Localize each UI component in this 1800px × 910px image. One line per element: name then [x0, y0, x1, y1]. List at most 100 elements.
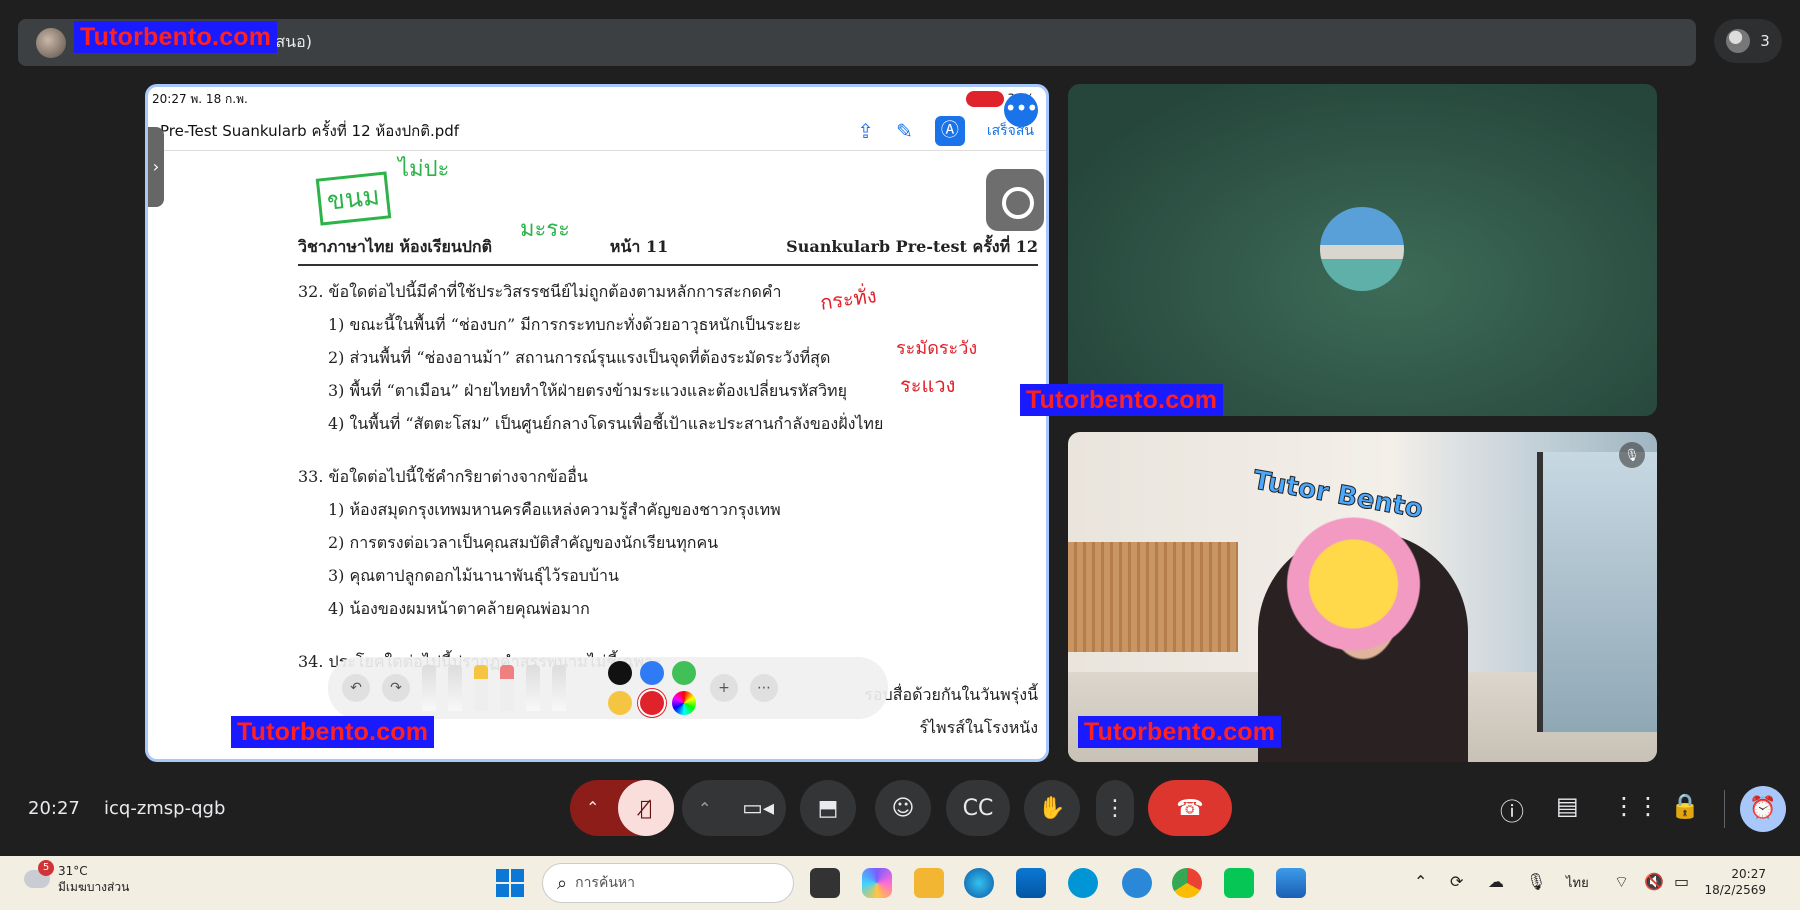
windows-start-icon[interactable]	[496, 869, 524, 897]
color-swatch-black[interactable]	[608, 661, 632, 685]
color-picker-icon[interactable]	[672, 691, 696, 715]
photos-icon[interactable]	[1276, 868, 1306, 898]
watermark-video: Tutorbento.com	[1078, 716, 1282, 748]
microphone-icon[interactable]: 🎙	[1526, 872, 1546, 891]
battery-icon[interactable]: ▭	[1674, 872, 1689, 891]
search-icon: ⌕	[557, 872, 568, 894]
drawing-toolbar: ↶ ↷ + ⋯	[328, 657, 888, 719]
taskbar-time: 20:27	[1731, 867, 1766, 881]
people-icon	[1726, 29, 1751, 53]
question-33: 33. ข้อใดต่อไปนี้ใช้คำกริยาต่างจากข้ออื่…	[298, 467, 588, 486]
annotation-green-note: ไม่ปะ	[398, 157, 450, 182]
file-explorer-icon[interactable]	[914, 868, 944, 898]
color-swatch-yellow[interactable]	[608, 691, 632, 715]
marker-tool[interactable]	[448, 665, 462, 711]
assistive-touch-button[interactable]	[986, 169, 1044, 231]
taskbar-search[interactable]: ⌕ การค้นหา	[542, 863, 794, 903]
pencil-tool-icon[interactable]: Ⓐ	[934, 115, 965, 146]
help-icon[interactable]	[1122, 868, 1152, 898]
share-icon[interactable]: ⇪	[857, 119, 874, 143]
more-options-vertical-icon[interactable]: ⋮	[1096, 780, 1134, 836]
wifi-icon[interactable]: ⌔	[1614, 872, 1629, 892]
cloud-icon: 5	[22, 860, 54, 892]
watermark-middle: Tutorbento.com	[1020, 384, 1224, 416]
page-header-test: Suankularb Pre-test ครั้งที่ 12	[786, 237, 1038, 256]
captions-icon[interactable]: CC	[946, 780, 1010, 836]
present-screen-icon[interactable]: ⬒	[800, 780, 856, 836]
emoji-reaction-icon[interactable]: ☺	[875, 780, 931, 836]
shared-screen-tile[interactable]: 20:27 พ. 18 ก.พ. 36% Pre-Test Suankularb…	[145, 84, 1049, 762]
participant-count: 3	[1760, 32, 1770, 50]
audio-controls: ⌃ 🎙̸	[570, 780, 674, 836]
presenter-avatar	[36, 27, 66, 58]
taskbar-date: 18/2/2569	[1704, 883, 1766, 897]
chrome-icon[interactable]	[1172, 868, 1202, 898]
camera-controls: ⌃ ▭◂	[682, 780, 786, 836]
weather-widget[interactable]: 5 31°C มีเมฆบางส่วน	[22, 860, 129, 897]
host-controls-lock-icon[interactable]: 🔒	[1670, 792, 1700, 820]
pdf-file-name[interactable]: Pre-Test Suankularb ครั้งที่ 12 ห้องปกติ…	[160, 119, 459, 143]
page-header: วิชาภาษาไทย ห้องเรียนปกติ หน้า 11 Suanku…	[298, 235, 1038, 266]
camera-icon[interactable]: ▭◂	[742, 796, 774, 821]
show-hidden-icons-chevron-icon[interactable]: ⌃	[1414, 872, 1427, 891]
mic-off-icon[interactable]: 🎙̸	[618, 780, 674, 836]
taskbar-clock[interactable]: 20:27 18/2/2569	[1704, 866, 1766, 898]
microsoft-store-icon[interactable]	[1016, 868, 1046, 898]
page-header-subject: วิชาภาษาไทย ห้องเรียนปกติ	[298, 237, 493, 256]
lasso-tool[interactable]	[526, 665, 540, 711]
color-swatch-green[interactable]	[672, 661, 696, 685]
more-options-icon[interactable]: •••	[1004, 93, 1038, 127]
highlighter-tool[interactable]	[474, 665, 488, 711]
leave-call-button[interactable]: ☎	[1148, 780, 1232, 836]
hp-icon[interactable]	[1068, 868, 1098, 898]
ipad-time: 20:27 พ. 18 ก.พ.	[152, 91, 248, 106]
weather-badge: 5	[38, 860, 54, 876]
audio-options-chevron-icon[interactable]: ⌃	[586, 780, 599, 836]
watermark-shared-screen: Tutorbento.com	[231, 716, 435, 748]
copilot-icon[interactable]	[862, 868, 892, 898]
redo-icon[interactable]: ↷	[382, 674, 410, 702]
pen-tool[interactable]	[422, 665, 436, 711]
cloud-off-icon[interactable]: ☁	[1488, 872, 1504, 891]
edge-browser-icon[interactable]	[964, 868, 994, 898]
pdf-toolbar: Pre-Test Suankularb ครั้งที่ 12 ห้องปกติ…	[148, 111, 1046, 151]
timer-icon[interactable]: ⏰	[1740, 786, 1786, 832]
participant-tile-video[interactable]: Tutor Bento 🎙	[1068, 432, 1657, 762]
meeting-info-icon[interactable]: ⓘ	[1500, 792, 1524, 827]
add-tool-icon[interactable]: +	[710, 674, 738, 702]
list-item: 3) พื้นที่ “ตาเมือน” ฝ่ายไทยทำให้ฝ่ายตรง…	[328, 381, 847, 400]
sync-icon[interactable]: ⟳	[1450, 872, 1463, 891]
meeting-code: icq-zmsp-qgb	[104, 798, 226, 819]
annotation-green-box: ขนม	[315, 171, 391, 226]
list-item: 1) ห้องสมุดกรุงเทพมหานครคือแหล่งความรู้ส…	[328, 500, 781, 519]
list-item: 2) ส่วนพื้นที่ “ช่องอานม้า” สถานการณ์รุน…	[328, 348, 831, 367]
weather-temp: 31°C	[58, 864, 88, 878]
task-view-icon[interactable]	[810, 868, 840, 898]
activities-grid-icon[interactable]: ⋮⋮	[1612, 792, 1660, 820]
list-item: 4) น้องของผมหน้าตาคล้ายคุณพ่อมาก	[328, 599, 590, 618]
divider	[1724, 790, 1725, 828]
eraser-tool[interactable]	[500, 665, 514, 711]
ruler-tool[interactable]	[552, 665, 566, 711]
search-placeholder: การค้นหา	[575, 875, 635, 891]
video-background-window	[1537, 452, 1657, 732]
input-language[interactable]: ไทย	[1566, 872, 1589, 893]
question-33-options: 1) ห้องสมุดกรุงเทพมหานครคือแหล่งความรู้ส…	[328, 498, 1038, 622]
color-swatch-red[interactable]	[640, 691, 664, 715]
undo-icon[interactable]: ↶	[342, 674, 370, 702]
recording-icon	[965, 91, 1004, 107]
sidebar-toggle-icon[interactable]: ›	[148, 127, 164, 207]
list-item: 3) คุณตาปลูกดอกไม้นานาพันธุ์ไว้รอบบ้าน	[328, 566, 619, 585]
line-app-icon[interactable]	[1224, 868, 1254, 898]
chat-icon[interactable]: ▤	[1556, 792, 1579, 820]
markup-icon[interactable]: ✎	[896, 119, 913, 143]
raise-hand-icon[interactable]: ✋	[1024, 780, 1080, 836]
toolbar-more-icon[interactable]: ⋯	[750, 674, 778, 702]
list-item: 1) ขณะนี้ในพื้นที่ “ช่องบก” มีการกระทบกะ…	[328, 315, 802, 334]
video-options-chevron-icon[interactable]: ⌃	[698, 799, 711, 818]
color-swatches	[608, 661, 698, 715]
meeting-clock: 20:27	[28, 798, 80, 819]
participants-button[interactable]: 3	[1714, 19, 1782, 63]
color-swatch-blue[interactable]	[640, 661, 664, 685]
volume-muted-icon[interactable]: 🔇	[1644, 872, 1664, 891]
